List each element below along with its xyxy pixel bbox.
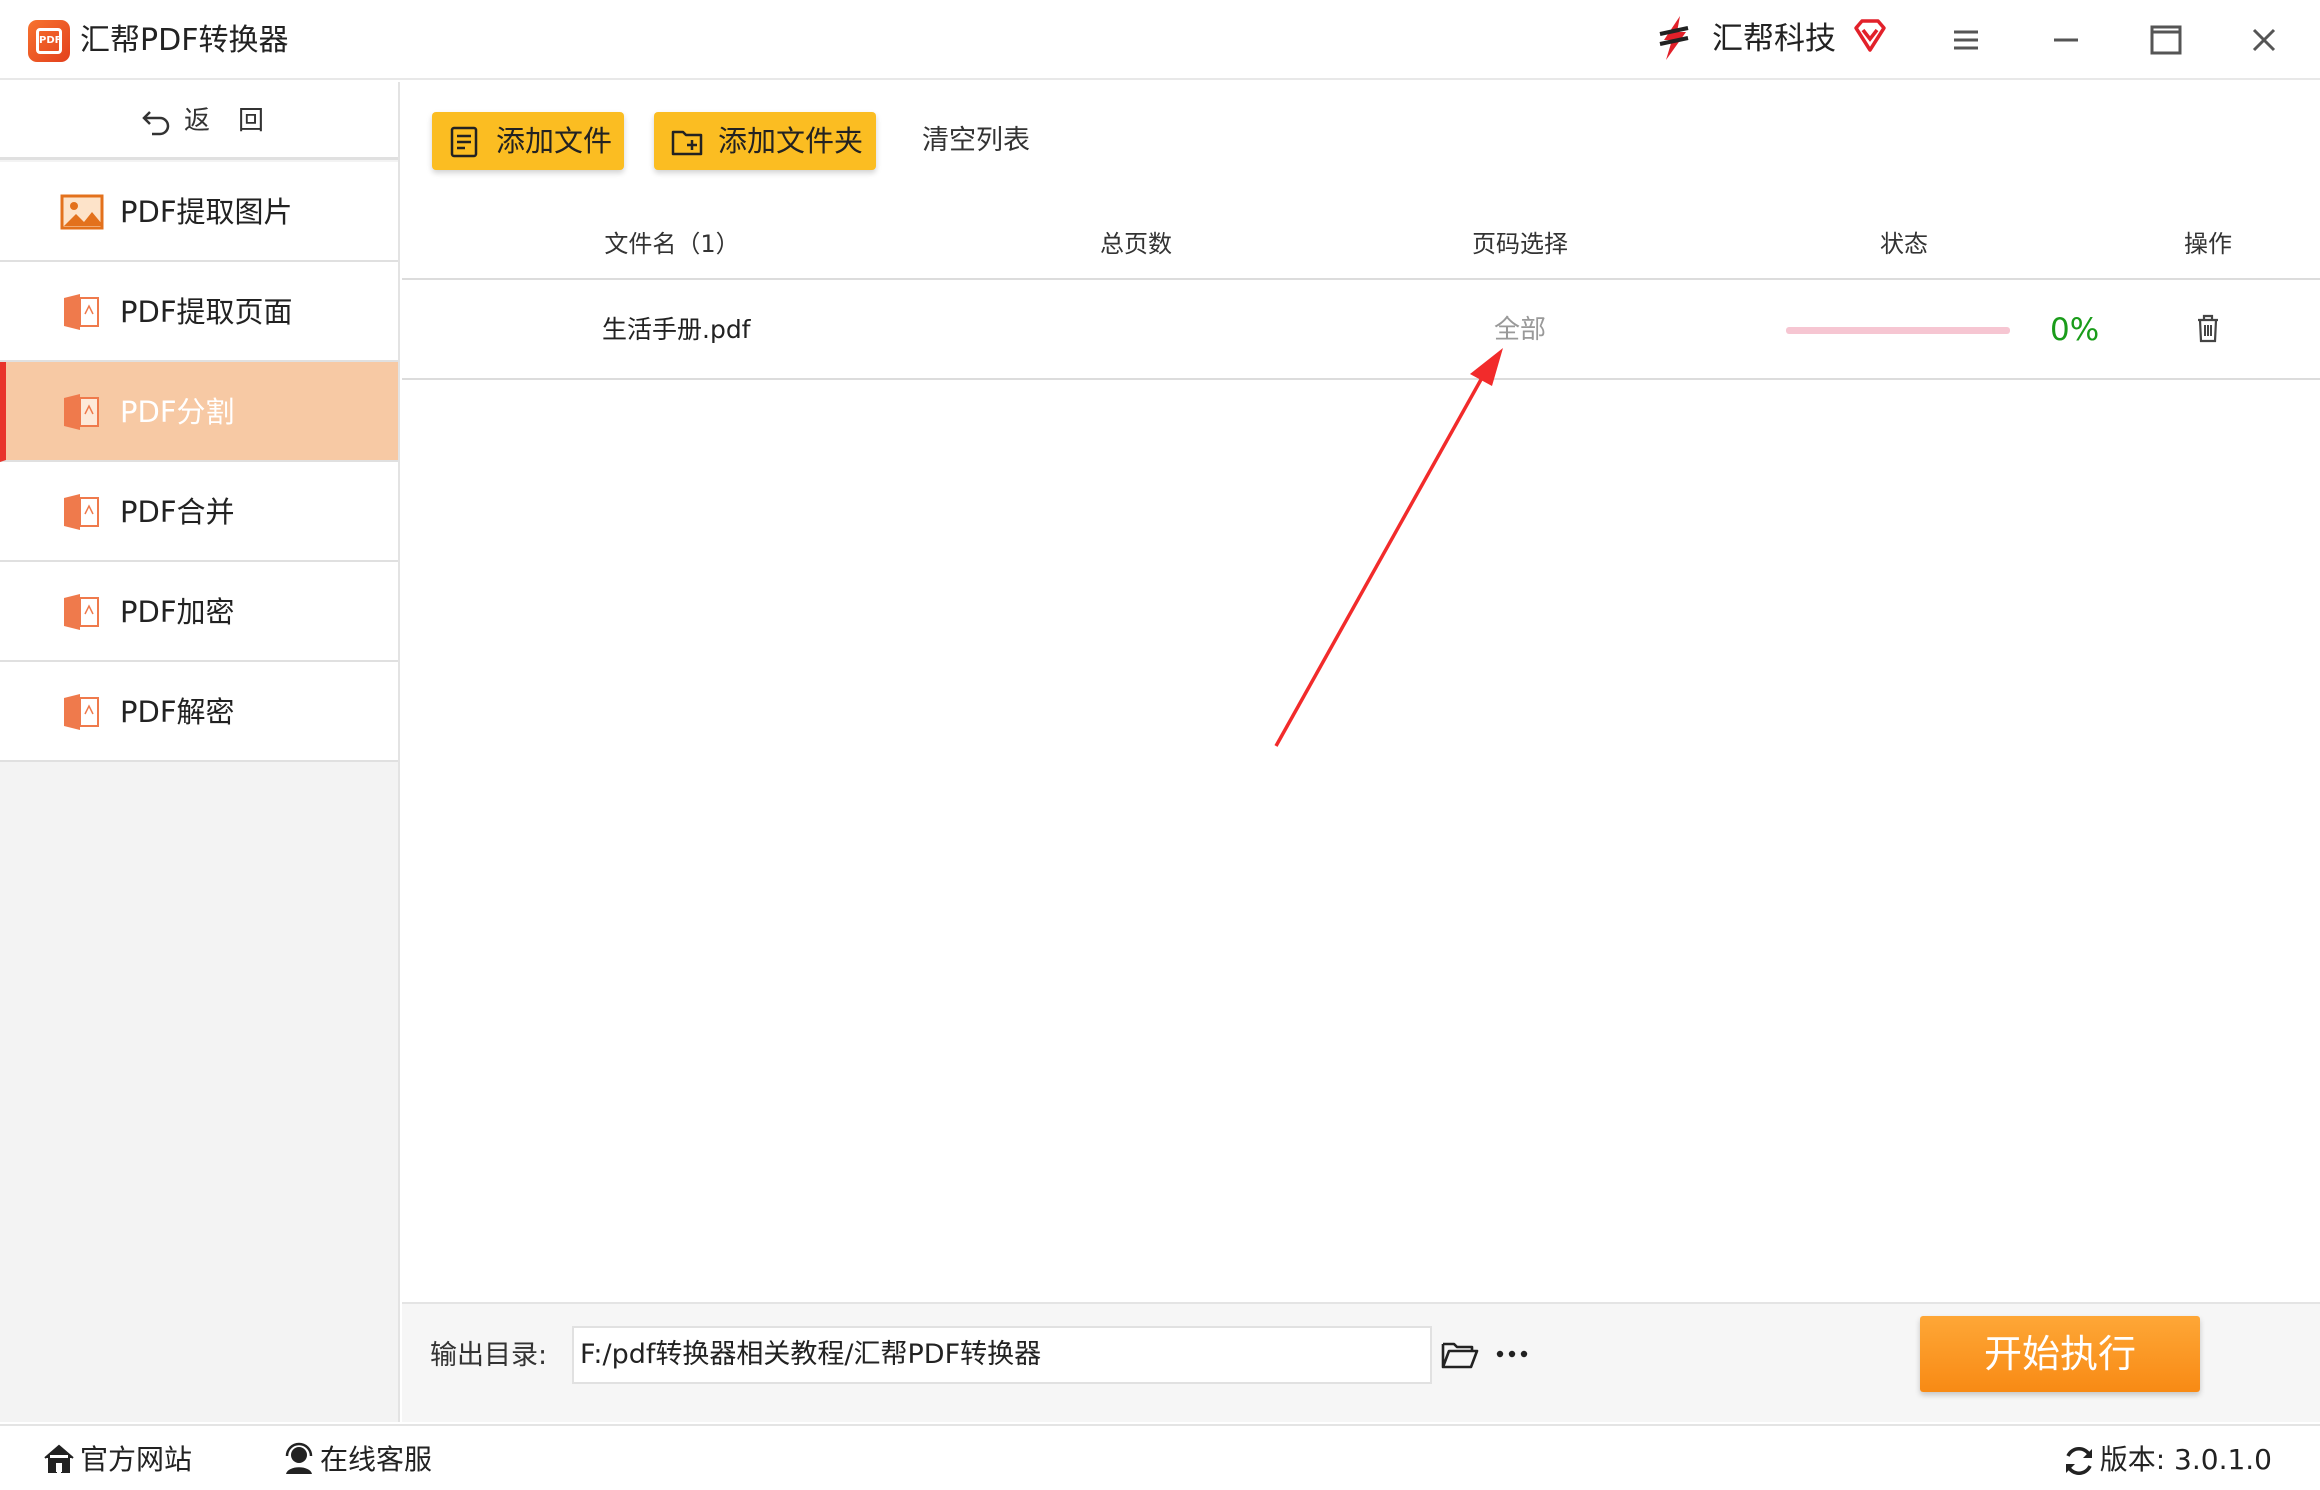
column-action: 操作 — [2184, 230, 2232, 258]
close-icon — [2252, 28, 2276, 52]
pdf-file-icon — [64, 594, 99, 630]
image-icon — [60, 194, 104, 230]
sidebar-item-label: PDF提取页面 — [120, 295, 293, 329]
home-icon — [44, 1444, 74, 1473]
maximize-icon — [2150, 25, 2182, 55]
version-label: 版本: 3.0.1.0 — [2099, 1443, 2272, 1476]
column-status: 状态 — [1880, 230, 1928, 258]
output-bar: 输出目录: F:/pdf转换器相关教程/汇帮PDF转换器 开始执行 — [402, 1302, 2320, 1422]
minimize-button[interactable] — [2044, 18, 2088, 62]
add-folder-label: 添加文件夹 — [718, 124, 864, 158]
official-website-link[interactable]: 官方网站 — [42, 1440, 202, 1480]
sidebar-item-label: PDF提取图片 — [120, 195, 293, 229]
add-folder-icon — [671, 130, 703, 156]
minimize-icon — [2054, 38, 2078, 42]
pdf-file-icon — [64, 294, 99, 330]
delete-trash-icon[interactable] — [2190, 310, 2226, 346]
brand-name: 汇帮科技 — [1712, 21, 1836, 57]
back-label: 返回 — [184, 106, 293, 136]
menu-icon — [1954, 30, 1978, 50]
sidebar-item-label: PDF解密 — [120, 695, 235, 729]
clear-list-button[interactable]: 清空列表 — [922, 120, 1030, 162]
vip-diamond-icon[interactable] — [1852, 18, 1888, 54]
row-filename: 生活手册.pdf — [602, 315, 751, 344]
progress-percent: 0% — [2050, 312, 2100, 348]
menu-button[interactable] — [1944, 18, 1988, 62]
folder-open-icon[interactable] — [1440, 1336, 1480, 1372]
title-bar: PDF 汇帮PDF转换器 汇帮科技 — [0, 0, 2320, 80]
table-row[interactable]: 生活手册.pdf 全部 0% — [402, 282, 2320, 380]
pdf-file-icon — [64, 494, 99, 530]
main-panel: 添加文件 添加文件夹 清空列表 文件名（1） 总页数 页码选择 状态 操作 生活… — [402, 82, 2320, 1302]
output-dir-label: 输出目录: — [430, 1340, 548, 1371]
sidebar-item-label: PDF分割 — [120, 395, 235, 429]
sidebar-item-split[interactable]: PDF分割 — [0, 362, 398, 462]
online-support-label: 在线客服 — [320, 1443, 433, 1476]
online-support-link[interactable]: 在线客服 — [282, 1440, 452, 1480]
sidebar-item-extract-images[interactable]: PDF提取图片 — [0, 162, 398, 262]
column-total-pages: 总页数 — [1100, 230, 1172, 258]
close-button[interactable] — [2242, 18, 2286, 62]
maximize-button[interactable] — [2144, 18, 2188, 62]
progress-bar — [1786, 327, 2010, 334]
table-header: 文件名（1） 总页数 页码选择 状态 操作 — [402, 214, 2320, 280]
add-folder-button[interactable]: 添加文件夹 — [654, 112, 876, 170]
refresh-update-icon[interactable] — [2062, 1444, 2096, 1478]
sidebar-item-merge[interactable]: PDF合并 — [0, 462, 398, 562]
sidebar-item-extract-pages[interactable]: PDF提取页面 — [0, 262, 398, 362]
official-website-label: 官方网站 — [80, 1443, 193, 1476]
back-button[interactable]: 返回 — [0, 82, 398, 160]
brand-logo-icon — [1659, 16, 1689, 60]
sidebar-item-label: PDF合并 — [120, 495, 235, 529]
status-bar: 官方网站 在线客服 版本: 3.0.1.0 — [0, 1424, 2320, 1490]
add-file-label: 添加文件 — [496, 124, 613, 158]
more-options-icon[interactable] — [1492, 1336, 1532, 1372]
pdf-file-icon — [64, 694, 99, 730]
back-arrow-icon — [142, 111, 170, 136]
sidebar-item-label: PDF加密 — [120, 595, 235, 629]
add-file-icon — [450, 126, 478, 158]
pdf-file-icon — [64, 394, 99, 430]
sidebar: 返回 PDF提取图片 PDF提取页面 PDF分割 PDF合并 PDF加密 PDF… — [0, 82, 400, 1422]
sidebar-item-decrypt[interactable]: PDF解密 — [0, 662, 398, 762]
support-headset-icon — [285, 1442, 313, 1474]
app-title: 汇帮PDF转换器 — [80, 23, 289, 58]
output-dir-input[interactable]: F:/pdf转换器相关教程/汇帮PDF转换器 — [572, 1326, 1432, 1384]
page-select-dropdown[interactable]: 全部 — [1494, 310, 1546, 350]
add-file-button[interactable]: 添加文件 — [432, 112, 624, 170]
app-logo-icon: PDF — [28, 20, 70, 62]
start-button[interactable]: 开始执行 — [1920, 1316, 2200, 1392]
column-filename: 文件名（1） — [604, 230, 740, 258]
column-page-select: 页码选择 — [1472, 230, 1568, 258]
sidebar-item-encrypt[interactable]: PDF加密 — [0, 562, 398, 662]
